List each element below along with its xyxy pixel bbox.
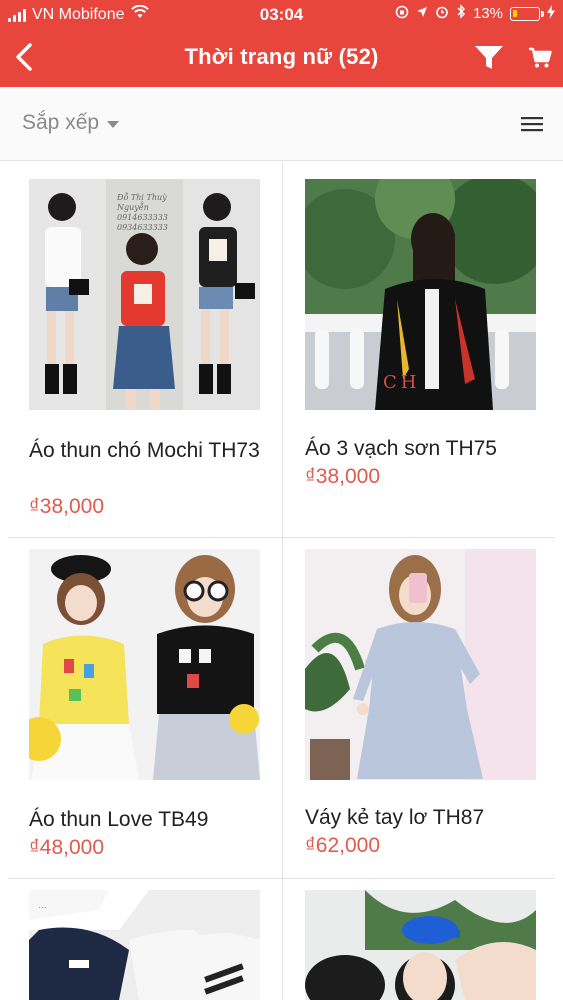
product-card[interactable]: Váy kẻ tay lơ TH87 ₫62,000: [305, 549, 563, 869]
product-price: ₫38,000: [305, 465, 381, 488]
product-name[interactable]: Áo 3 vạch sơn TH75: [305, 435, 545, 463]
product-card[interactable]: …: [29, 890, 299, 1000]
grid-divider-horizontal: [8, 537, 555, 538]
layout-toggle-button[interactable]: [516, 109, 548, 139]
battery-percent: 13%: [472, 5, 503, 22]
grid-divider-horizontal: [8, 878, 555, 879]
nav-bar: Thời trang nữ (52): [0, 30, 563, 87]
product-image[interactable]: …: [29, 890, 260, 1000]
product-card[interactable]: Áo thun Love TB49 ₫48,000: [29, 549, 299, 869]
status-bar-right: 13%: [395, 4, 555, 23]
image-print-text: CH: [383, 372, 421, 393]
product-image[interactable]: CH: [305, 179, 536, 410]
rotation-lock-icon: [395, 5, 409, 23]
status-bar: VN Mobifone 03:04 13%: [0, 0, 563, 30]
product-price: ₫38,000: [29, 495, 105, 518]
filter-button[interactable]: [472, 42, 506, 74]
product-card[interactable]: CH Áo 3 vạch sơn TH75 ₫38,000: [305, 179, 563, 529]
image-watermark: Đỗ Thị Thuỳ Nguyễn 0914633333 0934633333: [117, 193, 197, 233]
watermark-line: Đỗ Thị Thuỳ Nguyễn: [117, 193, 167, 212]
app-header: VN Mobifone 03:04 13% Thời trang nữ (52): [0, 0, 563, 87]
battery-icon: [510, 6, 544, 21]
product-card[interactable]: [305, 890, 563, 1000]
product-image[interactable]: [305, 549, 536, 780]
product-price: ₫48,000: [29, 836, 105, 859]
product-image[interactable]: Đỗ Thị Thuỳ Nguyễn 0914633333 0934633333: [29, 179, 260, 410]
product-image[interactable]: [29, 549, 260, 780]
sort-bar: Sắp xếp: [0, 87, 563, 161]
cart-icon: [529, 47, 552, 68]
product-name[interactable]: Áo thun Love TB49: [29, 806, 269, 834]
sort-label: Sắp xếp: [22, 111, 100, 134]
cart-button[interactable]: [524, 42, 556, 74]
location-icon: [416, 5, 428, 22]
product-image[interactable]: [305, 890, 536, 1000]
hamburger-list-icon: [521, 117, 543, 132]
product-name[interactable]: Váy kẻ tay lơ TH87: [305, 804, 545, 832]
svg-text:…: …: [39, 901, 46, 910]
alarm-icon: [435, 5, 449, 23]
product-card[interactable]: Đỗ Thị Thuỳ Nguyễn 0914633333 0934633333…: [29, 179, 299, 529]
watermark-line: 0914633333: [117, 213, 168, 222]
product-price: ₫62,000: [305, 834, 381, 857]
product-name[interactable]: Áo thun chó Mochi TH73: [29, 437, 269, 465]
charging-icon: [547, 4, 555, 23]
dropdown-caret-icon: [107, 120, 120, 128]
sort-dropdown[interactable]: Sắp xếp: [22, 111, 120, 135]
watermark-line: 0934633333: [117, 223, 168, 232]
filter-funnel-icon: [475, 46, 503, 69]
bluetooth-icon: [456, 4, 466, 23]
